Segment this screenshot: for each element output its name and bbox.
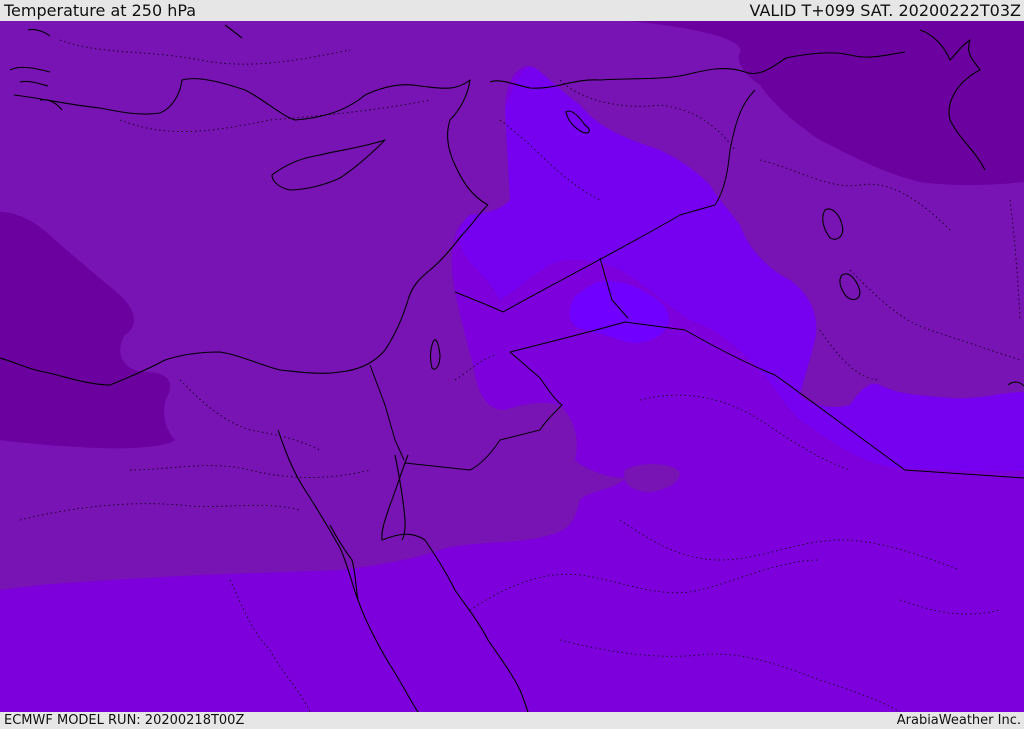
- model-run: ECMWF MODEL RUN: 20200218T00Z: [4, 713, 245, 728]
- credit: ArabiaWeather Inc.: [896, 713, 1021, 728]
- map-title: Temperature at 250 hPa: [4, 1, 197, 20]
- footer-bar: ECMWF MODEL RUN: 20200218T00Z ArabiaWeat…: [0, 712, 1024, 729]
- valid-time: VALID T+099 SAT. 20200222T03Z: [749, 1, 1021, 20]
- temperature-map[interactable]: [0, 21, 1024, 712]
- header-bar: Temperature at 250 hPa VALID T+099 SAT. …: [0, 0, 1024, 21]
- map-panel[interactable]: [0, 21, 1024, 712]
